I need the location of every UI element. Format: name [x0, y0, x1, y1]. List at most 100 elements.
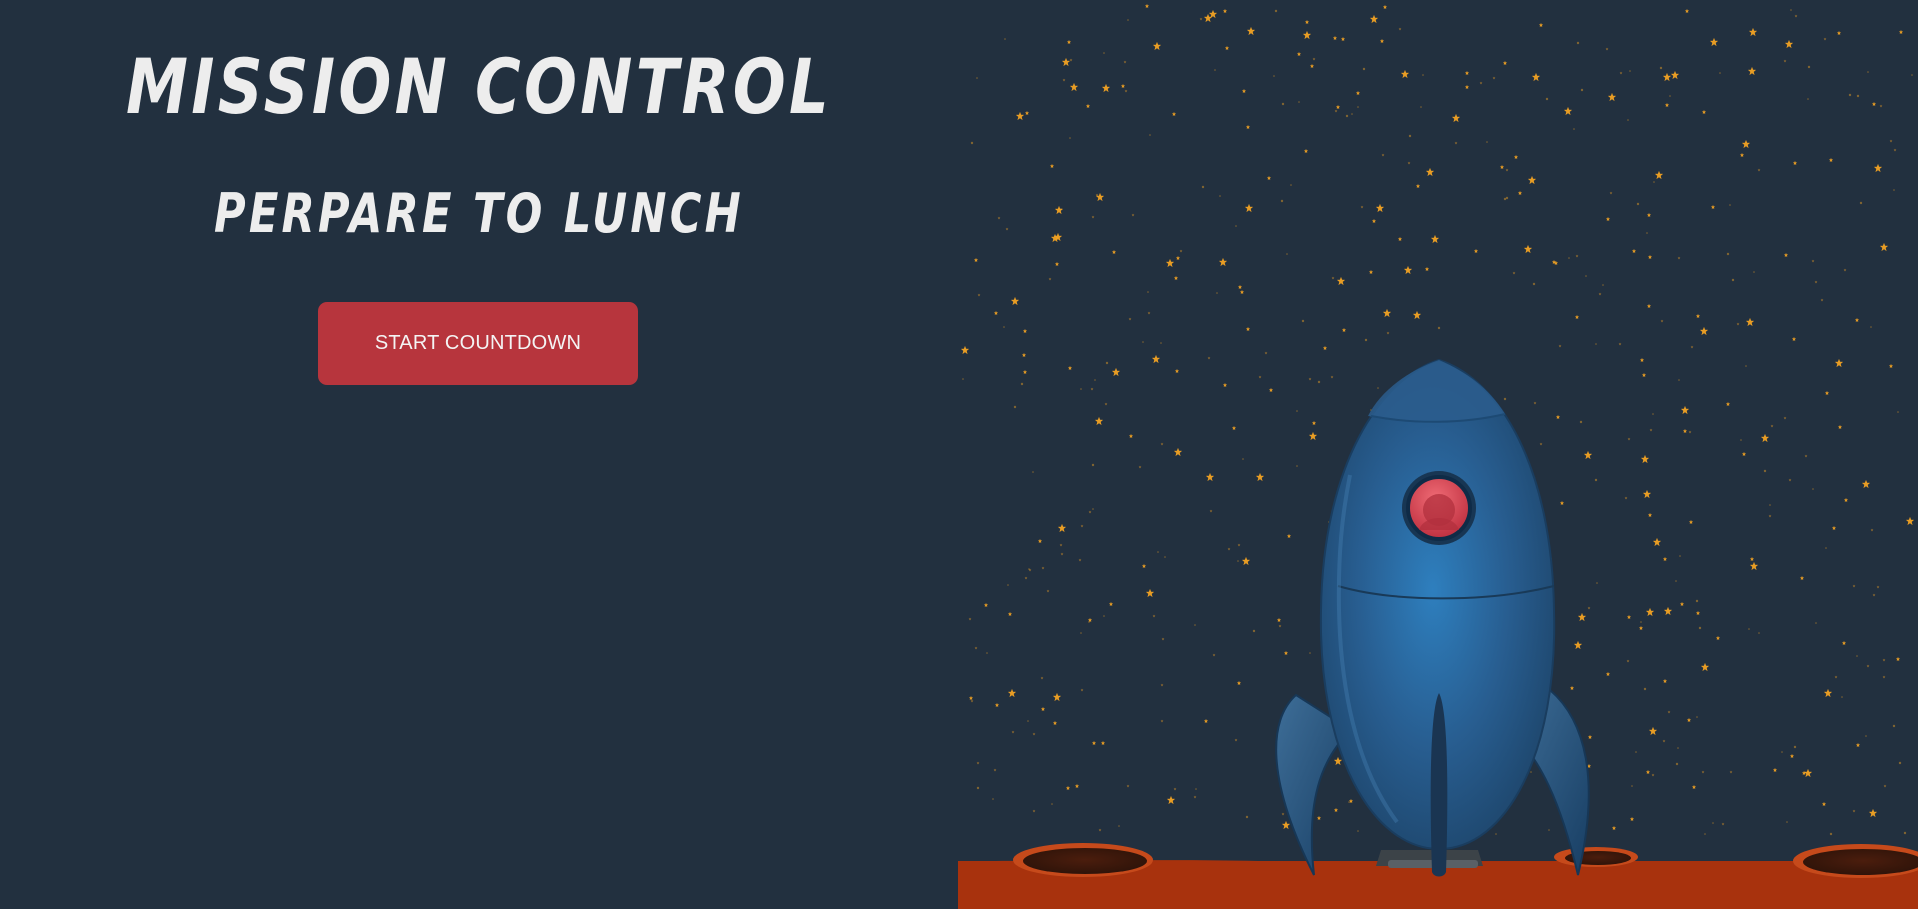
star-dot — [1505, 196, 1509, 200]
star-icon — [1330, 375, 1334, 379]
star-icon — [1054, 261, 1060, 267]
star-icon — [1823, 37, 1827, 41]
star-icon — [1843, 268, 1847, 272]
star-icon — [974, 646, 978, 650]
star-icon — [1237, 543, 1241, 547]
star-icon — [1647, 512, 1653, 518]
star-icon — [1749, 561, 1759, 571]
star-icon — [1699, 326, 1709, 336]
star-icon — [1264, 351, 1268, 355]
star-dot — [1652, 413, 1654, 415]
star-icon — [1831, 525, 1837, 531]
star-icon — [1062, 78, 1066, 82]
star-dot — [1865, 735, 1867, 737]
star-icon — [1341, 327, 1347, 333]
star-icon — [1747, 66, 1757, 76]
star-icon — [1080, 688, 1084, 692]
star-icon — [1836, 30, 1842, 36]
star-icon — [1397, 236, 1403, 242]
star-icon — [1032, 732, 1036, 736]
star-dot — [1027, 720, 1029, 722]
star-dot — [1675, 580, 1677, 582]
star-icon — [1024, 576, 1028, 580]
star-icon — [1538, 22, 1544, 28]
star-dot — [1103, 615, 1105, 617]
star-icon — [1690, 345, 1694, 349]
star-dot — [986, 652, 988, 654]
star-icon — [1709, 37, 1719, 47]
star-dot — [1898, 761, 1902, 765]
star-icon — [1893, 148, 1897, 152]
star-icon — [1244, 203, 1254, 213]
star-icon — [1199, 17, 1203, 21]
star-icon — [1783, 59, 1787, 63]
star-icon — [1237, 284, 1243, 290]
star-dot — [1769, 504, 1771, 506]
star-icon — [1664, 102, 1670, 108]
star-icon — [1212, 653, 1216, 657]
star-icon — [1335, 104, 1341, 110]
star-icon — [1151, 354, 1161, 364]
star-icon — [1037, 538, 1043, 544]
star-icon — [1286, 533, 1292, 539]
star-dot — [1573, 128, 1575, 130]
star-icon — [1126, 784, 1130, 788]
star-icon — [1784, 39, 1794, 49]
start-countdown-button[interactable]: START COUNTDOWN — [318, 302, 638, 385]
star-icon — [1138, 465, 1142, 469]
star-dot — [962, 378, 964, 380]
star-dot — [1051, 803, 1053, 805]
star-icon — [1873, 163, 1883, 173]
star-icon — [1120, 83, 1126, 89]
star-icon — [1203, 13, 1213, 23]
star-icon — [1663, 606, 1673, 616]
star-icon — [1375, 203, 1385, 213]
space-scene-panel — [958, 0, 1918, 909]
star-icon — [1587, 734, 1593, 740]
star-icon — [1098, 828, 1102, 832]
star-icon — [1360, 205, 1364, 209]
star-dot — [1103, 52, 1105, 54]
star-dot — [1377, 387, 1379, 389]
star-icon — [1523, 244, 1533, 254]
star-dot — [1345, 114, 1349, 118]
star-icon — [1100, 740, 1106, 746]
star-icon — [1680, 405, 1690, 415]
star-icon — [1555, 414, 1561, 420]
star-icon — [1131, 213, 1135, 217]
star-icon — [1424, 266, 1430, 272]
star-icon — [1837, 424, 1843, 430]
star-dot — [1127, 19, 1129, 21]
star-dot — [1028, 568, 1030, 570]
star-icon — [1386, 331, 1390, 335]
star-icon — [1048, 277, 1052, 281]
star-icon — [1629, 816, 1635, 822]
star-dot — [1740, 439, 1742, 441]
star-icon — [1710, 204, 1716, 210]
star-icon — [1123, 60, 1127, 64]
star-icon — [1587, 606, 1591, 610]
star-dot — [1679, 555, 1681, 557]
star-icon — [1872, 593, 1876, 597]
star-icon — [1662, 72, 1672, 82]
star-icon — [1882, 675, 1886, 679]
star-dot — [1719, 72, 1721, 74]
star-icon — [1627, 437, 1631, 441]
star-icon — [960, 345, 970, 355]
star-icon — [1686, 717, 1692, 723]
star-dot — [1856, 655, 1858, 657]
star-dot — [1585, 275, 1587, 277]
star-icon — [983, 602, 989, 608]
star-icon — [1266, 175, 1272, 181]
star-icon — [1311, 420, 1317, 426]
star-dot — [1069, 137, 1071, 139]
star-icon — [1236, 680, 1242, 686]
star-dot — [1357, 830, 1359, 832]
star-icon — [1605, 671, 1611, 677]
star-icon — [1090, 387, 1094, 391]
star-icon — [1147, 311, 1151, 315]
star-dot — [1088, 621, 1090, 623]
star-dot — [1893, 189, 1895, 191]
star-icon — [1843, 497, 1849, 503]
star-icon — [1382, 308, 1392, 318]
